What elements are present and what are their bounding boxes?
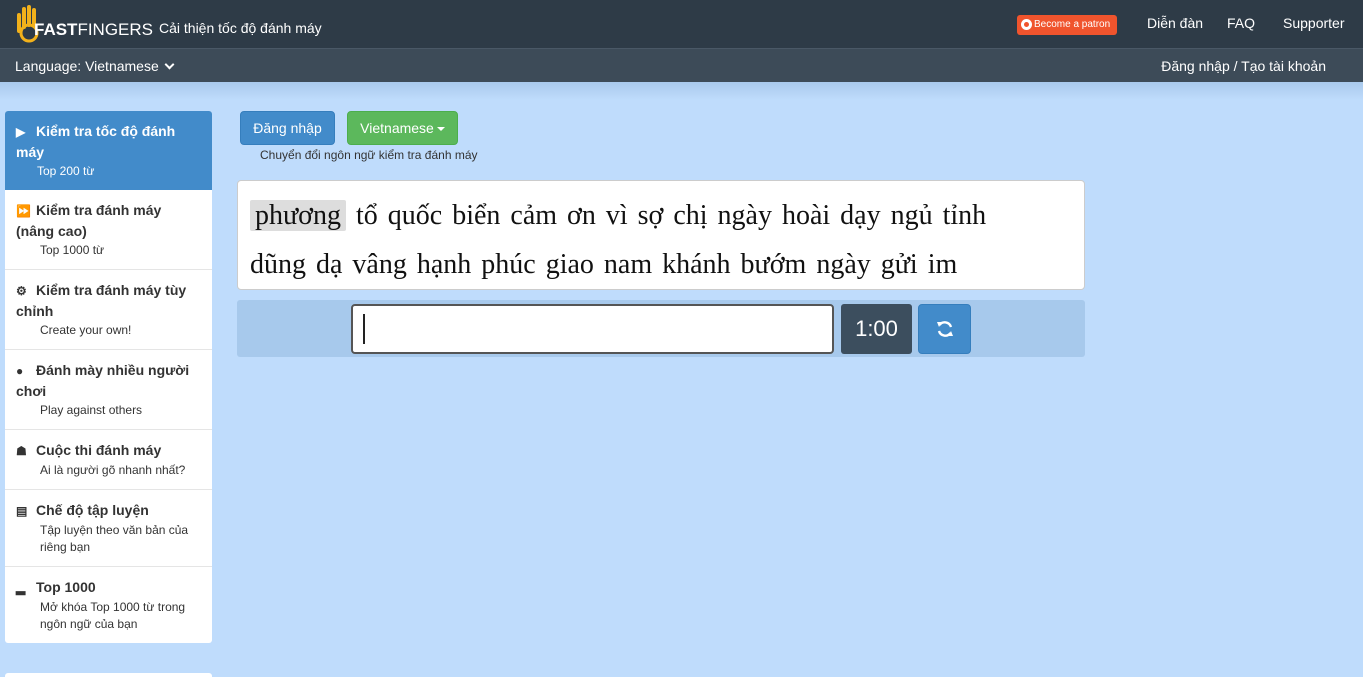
words-panel: phương tổ quốc biển cảm ơn vì sợ chị ngà… <box>237 180 1085 290</box>
sidebar-item-speed-test[interactable]: ▶ Kiểm tra tốc độ đánh máy Top 200 từ <box>5 111 212 190</box>
sidebar-item-competition[interactable]: ☗ Cuộc thi đánh máy Ai là người gõ nhanh … <box>5 430 212 490</box>
nav-forum-link[interactable]: Diễn đàn <box>1147 15 1203 31</box>
trophy-icon: ☗ <box>16 444 27 458</box>
countdown-timer: 1:00 <box>841 304 912 354</box>
reload-button[interactable] <box>918 304 971 354</box>
sidebar-item-multiplayer[interactable]: ● Đánh mày nhiều người chơi Play against … <box>5 350 212 430</box>
logo-text-light: FINGERS <box>77 20 154 39</box>
words-line-2: dũng dạ vâng hạnh phúc giao nam khánh bư… <box>250 249 958 280</box>
language-bar: Language: Vietnamese Đăng nhập / Tạo tài… <box>0 48 1363 82</box>
sidebar-item-advanced-test[interactable]: ⏩ Kiểm tra đánh máy (nâng cao) Top 1000 t… <box>5 190 212 270</box>
nav-faq-link[interactable]: FAQ <box>1227 15 1255 31</box>
top-navbar: FASTFINGERS Cải thiện tốc độ đánh máy Be… <box>0 0 1363 48</box>
sidebar-item-title: Kiểm tra đánh máy tùy chỉnh <box>16 282 187 319</box>
logo[interactable]: FASTFINGERS <box>14 3 153 45</box>
typing-input[interactable] <box>351 304 834 354</box>
sidebar: ▶ Kiểm tra tốc độ đánh máy Top 200 từ ⏩ Ki… <box>5 111 212 643</box>
users-icon: ● <box>16 364 24 378</box>
sidebar-item-sub: Top 1000 từ <box>40 243 105 257</box>
sidebar-item-title: Top 1000 <box>36 579 96 595</box>
text-cursor <box>363 314 365 344</box>
current-word: phương <box>250 200 346 231</box>
gears-icon: ⚙ <box>16 284 27 298</box>
sidebar-item-sub: Mở khóa Top 1000 từ trong ngôn ngữ của b… <box>40 600 186 631</box>
sidebar-bottom-panel <box>5 673 212 677</box>
sidebar-item-custom-test[interactable]: ⚙ Kiểm tra đánh máy tùy chỉnh Create your… <box>5 270 212 350</box>
fast-forward-icon: ⏩ <box>16 204 31 218</box>
language-label: Language: Vietnamese <box>15 58 159 74</box>
login-register-link[interactable]: Đăng nhập / Tạo tài khoản <box>1161 58 1326 74</box>
login-button[interactable]: Đăng nhập <box>240 111 335 145</box>
caret-down-icon <box>436 127 445 131</box>
sidebar-item-title: Cuộc thi đánh máy <box>36 442 162 458</box>
sidebar-item-title: Chế độ tập luyện <box>36 502 149 518</box>
words-line-1: tổ quốc biển cảm ơn vì sợ chị ngày hoài … <box>355 200 987 231</box>
nav-supporter-link[interactable]: Supporter <box>1283 15 1344 31</box>
test-language-dropdown[interactable]: Vietnamese <box>347 111 458 145</box>
sidebar-item-sub: Create your own! <box>40 323 132 337</box>
sidebar-item-sub: Top 200 từ <box>37 164 95 178</box>
become-patron-button[interactable]: Become a patron <box>1017 15 1117 35</box>
patreon-icon <box>1021 19 1032 30</box>
word-list: phương tổ quốc biển cảm ơn vì sợ chị ngà… <box>250 191 1072 289</box>
test-language-label: Vietnamese <box>360 120 434 136</box>
sidebar-item-sub: Ai là người gõ nhanh nhất? <box>40 463 186 477</box>
play-icon: ▶ <box>16 125 26 139</box>
patron-label: Become a patron <box>1034 19 1111 30</box>
sidebar-item-title: Kiểm tra tốc độ đánh máy <box>16 123 176 160</box>
document-icon: ▤ <box>16 504 28 518</box>
sidebar-item-title: Kiểm tra đánh máy (nâng cao) <box>16 202 162 239</box>
language-dropdown[interactable]: Language: Vietnamese <box>15 58 175 74</box>
chevron-down-icon <box>164 59 175 70</box>
sidebar-item-top1000[interactable]: ▂ Top 1000 Mở khóa Top 1000 từ trong ngôn… <box>5 567 212 643</box>
header-shadow-strip <box>0 82 1363 100</box>
sidebar-item-sub: Tập luyện theo văn bản của riêng bạn <box>40 523 189 554</box>
sidebar-item-title: Đánh mày nhiều người chơi <box>16 362 190 399</box>
switch-language-note: Chuyển đổi ngôn ngữ kiểm tra đánh máy <box>260 148 478 162</box>
signal-icon: ▂ <box>16 581 26 595</box>
sidebar-item-sub: Play against others <box>40 403 143 417</box>
refresh-icon <box>937 321 953 337</box>
logo-text-bold: FAST <box>34 20 78 39</box>
sidebar-item-practice-mode[interactable]: ▤ Chế độ tập luyện Tập luyện theo văn bản… <box>5 490 212 567</box>
tagline: Cải thiện tốc độ đánh máy <box>159 20 322 36</box>
